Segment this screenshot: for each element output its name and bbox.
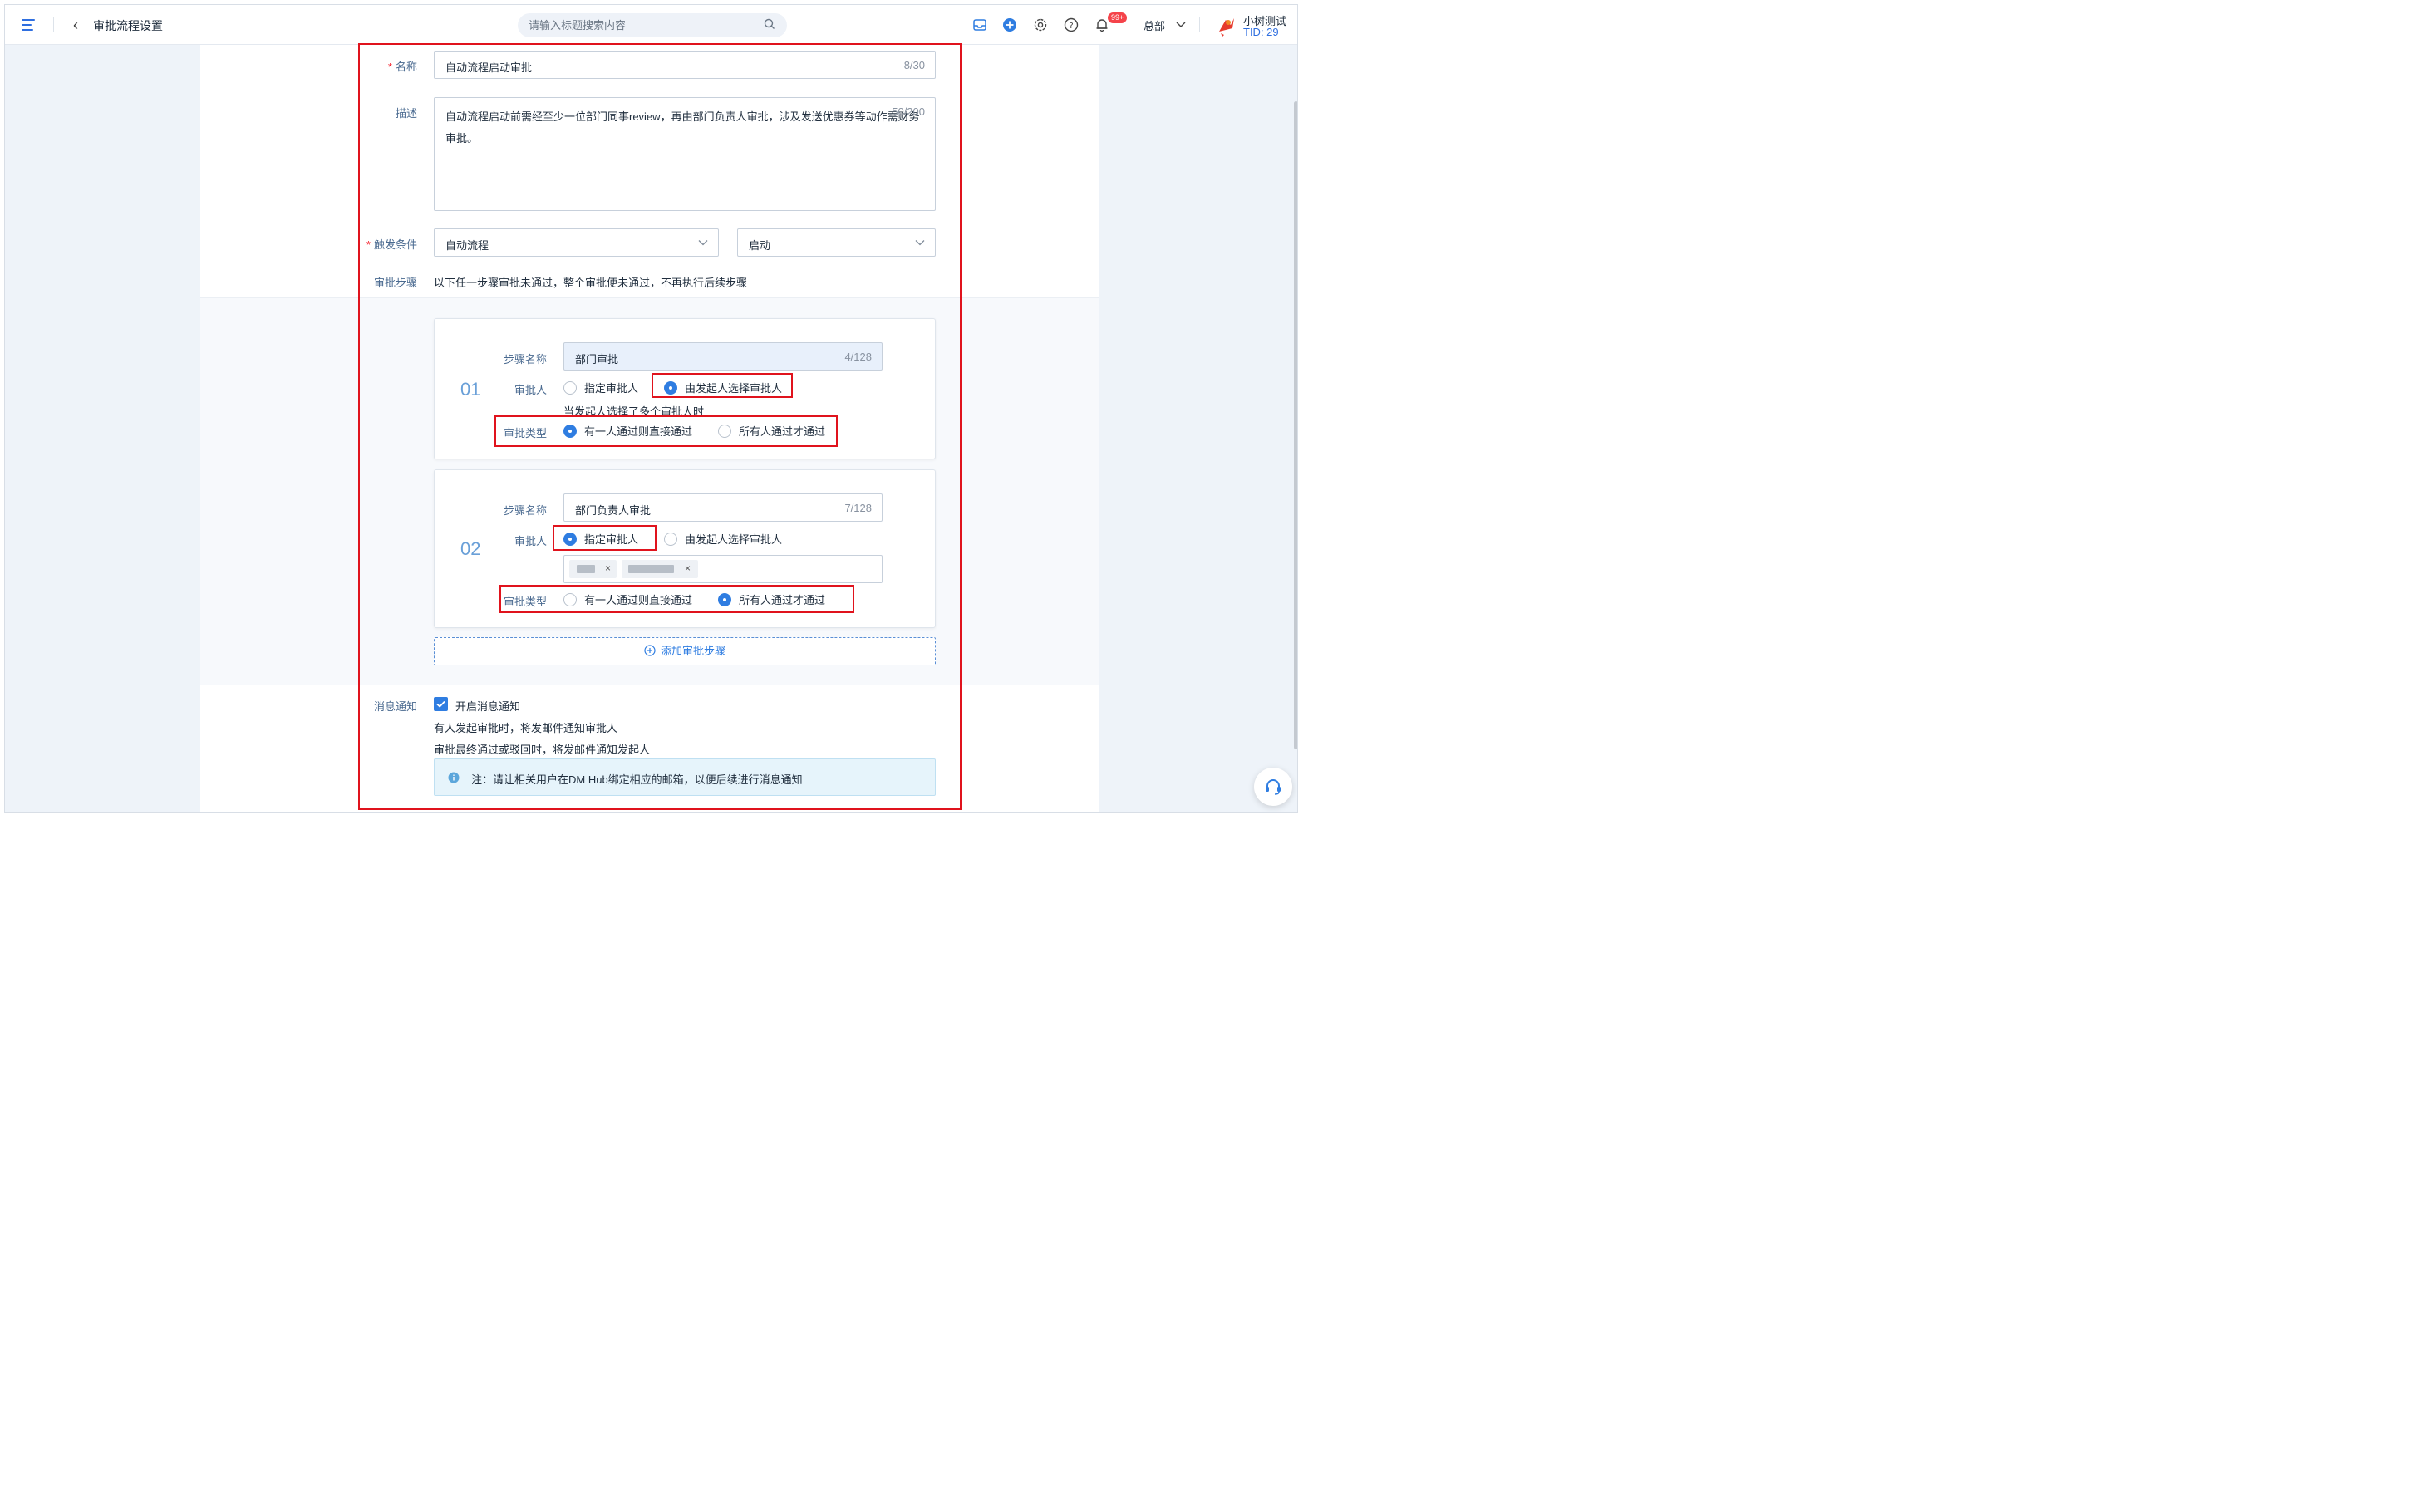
page-title: 审批流程设置 [93, 19, 163, 32]
highlight-box-step1-approver [652, 373, 793, 398]
customer-service-button[interactable] [1254, 768, 1292, 806]
highlight-box-step2-approver [553, 525, 657, 551]
top-bar: ‹ 审批流程设置 ? 99+ 总部 小树测试 TID: 29 [5, 5, 1297, 45]
back-arrow-icon[interactable]: ‹ [73, 17, 78, 33]
highlight-box-step2-type [499, 585, 854, 613]
scrollbar[interactable] [1294, 101, 1297, 749]
help-icon[interactable]: ? [1063, 17, 1080, 33]
divider [1199, 17, 1200, 32]
org-selector[interactable]: 总部 [1144, 17, 1165, 33]
add-circle-icon[interactable] [1001, 17, 1018, 33]
menu-icon[interactable] [22, 19, 35, 31]
user-tid: TID: 29 [1243, 26, 1279, 38]
inbox-icon[interactable] [971, 17, 988, 33]
highlight-box-step1-type [494, 415, 838, 447]
gear-icon[interactable] [1032, 17, 1049, 33]
divider [53, 17, 54, 32]
svg-text:?: ? [1069, 22, 1073, 31]
search-icon[interactable] [764, 18, 775, 30]
avatar[interactable] [1214, 13, 1239, 38]
notification-badge: 99+ [1108, 12, 1128, 23]
headset-icon [1266, 779, 1281, 795]
app-window: ‹ 审批流程设置 ? 99+ 总部 小树测试 TID: 29 *名称 自动流程启… [4, 4, 1298, 813]
search-box[interactable] [518, 13, 787, 37]
chevron-down-icon[interactable] [1175, 19, 1187, 31]
search-input[interactable] [518, 13, 759, 37]
